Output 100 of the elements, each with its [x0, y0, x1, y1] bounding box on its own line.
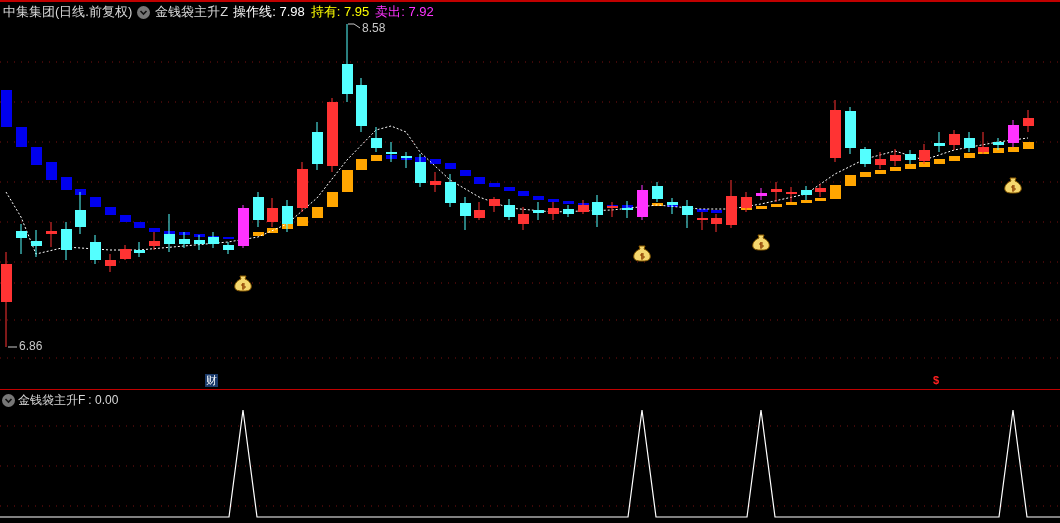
candlestick	[312, 121, 323, 171]
candlestick	[652, 181, 663, 203]
operation-line-segment	[179, 232, 190, 235]
chart-title: 中集集团(日线.前复权)	[3, 3, 133, 21]
operation-line-segment	[845, 175, 856, 186]
candlestick	[46, 221, 57, 248]
candlestick	[860, 146, 871, 168]
candlestick	[548, 201, 559, 221]
operation-line-segment	[504, 187, 515, 191]
operation-line-segment	[815, 198, 826, 201]
operation-line-segment	[905, 164, 916, 169]
operation-line-segment	[149, 228, 160, 232]
operation-line-segment	[993, 148, 1004, 153]
operation-line-segment	[1, 90, 12, 127]
dropdown-icon[interactable]	[137, 5, 151, 19]
operation-line-segment	[430, 159, 441, 164]
candlestick	[518, 206, 529, 231]
operation-line-segment	[756, 206, 767, 209]
hold-value: 持有: 7.95	[310, 3, 370, 21]
sell-value: 卖出: 7.92	[375, 3, 434, 21]
money-bag-icon	[1004, 177, 1022, 194]
candlestick	[149, 231, 160, 251]
dividend-event-marker[interactable]: $	[933, 374, 940, 387]
money-bag-icon	[633, 245, 651, 262]
indicator-name: 金钱袋主升Z	[155, 3, 229, 21]
candlestick	[474, 201, 485, 221]
operation-line-segment	[741, 208, 752, 210]
candlestick	[741, 191, 752, 213]
operation-line-segment	[460, 170, 471, 176]
operation-line-segment	[934, 159, 945, 164]
candlestick	[282, 199, 293, 233]
candlestick	[875, 151, 886, 170]
candlestick	[993, 137, 1004, 151]
candlestick	[105, 253, 116, 273]
candlestick	[949, 129, 960, 151]
operation-line-segment	[697, 209, 708, 212]
operation-line-segment	[652, 203, 663, 206]
operation-line-segment	[342, 170, 353, 192]
candlestick	[786, 186, 797, 203]
money-bag-icon	[752, 234, 770, 251]
dropdown-icon[interactable]	[2, 393, 15, 407]
candlestick	[164, 213, 175, 253]
candlestick	[905, 149, 916, 165]
candlestick	[697, 211, 708, 231]
candlestick	[1008, 119, 1019, 148]
operation-line-segment	[134, 222, 145, 228]
candlestick	[622, 200, 633, 219]
finance-event-marker[interactable]: 财	[205, 374, 218, 387]
operation-line-segment	[31, 147, 42, 165]
operation-line-segment	[312, 207, 323, 218]
operation-line-segment	[830, 185, 841, 199]
candlestick	[16, 223, 27, 255]
candlestick	[61, 221, 72, 261]
candlestick	[75, 191, 86, 235]
candlestick	[533, 201, 544, 221]
candlestick	[801, 185, 812, 201]
operation-line-segment	[120, 215, 131, 222]
candlestick	[964, 131, 975, 153]
candlestick	[253, 191, 264, 228]
high-price-label: 8.58	[362, 21, 386, 35]
candlestick	[1023, 109, 1034, 133]
operation-line-segment	[61, 177, 72, 190]
operation-line-segment	[786, 202, 797, 205]
operation-line-segment	[415, 157, 426, 162]
operation-line-segment	[474, 177, 485, 184]
operation-line-segment	[253, 232, 264, 236]
operation-line-segment	[386, 155, 397, 159]
candlestick	[592, 194, 603, 228]
candlestick	[445, 173, 456, 208]
operation-line-segment	[860, 172, 871, 177]
candlestick	[919, 143, 930, 165]
candlestick	[637, 184, 648, 221]
candlestick	[31, 229, 42, 258]
operation-line-value: 操作线: 7.98	[233, 3, 305, 21]
operation-line-segment	[223, 237, 234, 239]
operation-line-segment	[964, 153, 975, 158]
candlestick	[771, 181, 782, 203]
operation-line-segment	[445, 163, 456, 169]
candlestick	[607, 201, 618, 218]
operation-line-segment	[949, 156, 960, 161]
candlestick	[934, 131, 945, 153]
candlestick	[401, 151, 412, 169]
operation-line-segment	[489, 183, 500, 187]
candlestick	[415, 153, 426, 188]
operation-line-segment	[105, 207, 116, 215]
candlestick	[711, 213, 722, 233]
operation-line-segment	[356, 159, 367, 170]
operation-line-segment	[548, 199, 559, 202]
operation-line-segment	[919, 162, 930, 167]
candlestick	[386, 141, 397, 163]
candlestick	[578, 199, 589, 215]
candlestick	[890, 148, 901, 167]
low-price-label: 6.86	[19, 339, 43, 353]
candlestick	[179, 231, 190, 249]
candlestick	[830, 99, 841, 163]
indicator-name: 金钱袋主升F	[18, 392, 86, 408]
operation-line-segment	[371, 155, 382, 161]
candlestick	[267, 197, 278, 228]
operation-line-segment	[563, 201, 574, 204]
operation-line-segment	[327, 192, 338, 207]
